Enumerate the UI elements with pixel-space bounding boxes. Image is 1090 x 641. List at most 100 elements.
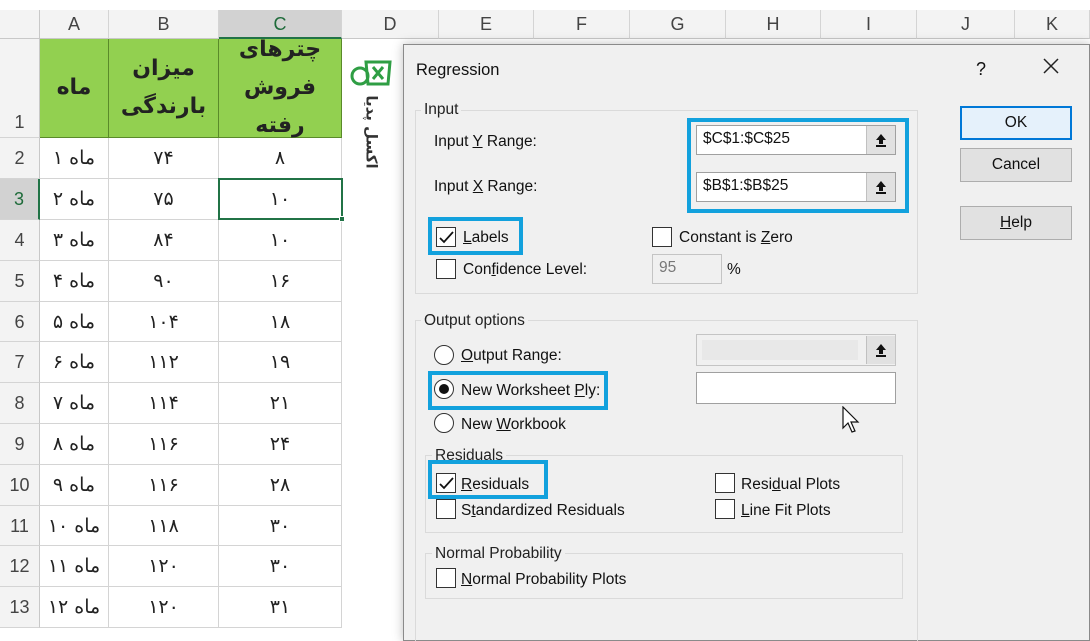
normal-probability-title: Normal Probability — [432, 545, 565, 563]
cell-month[interactable]: ماه ۷ — [40, 383, 109, 424]
row-header-1[interactable]: 1 — [0, 39, 40, 138]
output-range-label: Output Range: — [461, 347, 562, 364]
header-cell-month[interactable]: ماه — [40, 39, 109, 138]
screen: ABCDEFGHIJK 1 2 3 4 5 6 7 8 9 10 11 12 13 ماه میزان … — [0, 0, 1090, 641]
help-question-button[interactable]: ? — [976, 59, 986, 80]
cell-rainfall[interactable]: ۱۲۰ — [109, 587, 219, 628]
mouse-cursor-icon — [842, 405, 862, 439]
cell-rainfall[interactable]: ۷۴ — [109, 138, 219, 179]
cell-month[interactable]: ماه ۱ — [40, 138, 109, 179]
output-range-field-fill — [702, 340, 858, 360]
new-worksheet-ply-field[interactable] — [696, 372, 896, 404]
row-header-9[interactable]: 9 — [0, 424, 40, 465]
row-header-7[interactable]: 7 — [0, 342, 40, 383]
cell-umbrellas[interactable]: ۱۸ — [219, 302, 342, 342]
row-header-4[interactable]: 4 — [0, 220, 40, 261]
ok-button[interactable]: OK — [960, 106, 1072, 140]
row-header-12[interactable]: 12 — [0, 546, 40, 587]
output-range-picker-icon[interactable] — [866, 336, 895, 364]
cell-month[interactable]: ماه ۱۰ — [40, 506, 109, 546]
residuals-highlight — [428, 460, 548, 499]
column-header-h[interactable]: H — [726, 10, 821, 39]
column-header-k[interactable]: K — [1015, 10, 1090, 39]
constant-is-zero-checkbox[interactable] — [652, 227, 672, 247]
header-month-text: ماه — [56, 75, 92, 100]
column-header-g[interactable]: G — [630, 10, 726, 39]
cell-rainfall[interactable]: ۱۱۴ — [109, 383, 219, 424]
cell-month[interactable]: ماه ۴ — [40, 261, 109, 302]
logo-text: اکسل پدیا — [363, 95, 381, 169]
normal-probability-plots-checkbox[interactable] — [436, 568, 456, 588]
column-header-j[interactable]: J — [917, 10, 1015, 39]
cancel-button[interactable]: Cancel — [960, 148, 1072, 182]
cell-rainfall[interactable]: ۱۱۸ — [109, 506, 219, 546]
column-header-b[interactable]: B — [109, 10, 219, 39]
header-cell-umbrellas[interactable]: چترهای فروش رفته — [219, 37, 342, 138]
cell-month[interactable]: ماه ۲ — [40, 179, 109, 220]
row-header-13[interactable]: 13 — [0, 587, 40, 628]
confidence-level-field[interactable]: 95 — [652, 254, 722, 284]
cell-rainfall[interactable]: ۸۴ — [109, 220, 219, 261]
column-header-a[interactable]: A — [40, 10, 109, 39]
cell-rainfall[interactable]: ۱۰۴ — [109, 302, 219, 342]
header-cell-rainfall[interactable]: میزان بارندگی — [109, 39, 219, 138]
cell-umbrellas[interactable]: ۳۰ — [219, 506, 342, 546]
cell-rainfall[interactable]: ۱۱۲ — [109, 342, 219, 383]
cell-month[interactable]: ماه ۳ — [40, 220, 109, 261]
help-button[interactable]: Help — [960, 206, 1072, 240]
input-x-range-label: Input X Range: — [434, 178, 538, 195]
constant-is-zero-label: Constant is Zero — [679, 229, 793, 246]
row-header-6[interactable]: 6 — [0, 302, 40, 342]
cell-rainfall[interactable]: ۱۱۶ — [109, 465, 219, 506]
column-header-d[interactable]: D — [342, 10, 439, 39]
cell-month[interactable]: ماه ۹ — [40, 465, 109, 506]
cell-umbrellas[interactable]: ۱۶ — [219, 261, 342, 302]
standardized-residuals-checkbox[interactable] — [436, 499, 456, 519]
cell-umbrellas[interactable]: ۳۱ — [219, 587, 342, 628]
header-rainfall-line2: بارندگی — [120, 94, 207, 119]
confidence-level-checkbox[interactable] — [436, 259, 456, 279]
output-range-radio[interactable] — [434, 345, 454, 365]
regression-dialog: Regression ? Input Input Y Range: $C$1:$… — [403, 44, 1090, 641]
residual-plots-label: Residual Plots — [741, 476, 841, 493]
column-header-i[interactable]: I — [821, 10, 917, 39]
cell-umbrellas[interactable]: ۳۰ — [219, 546, 342, 587]
cell-rainfall[interactable]: ۱۲۰ — [109, 546, 219, 587]
residual-plots-checkbox[interactable] — [715, 473, 735, 493]
row-header-5[interactable]: 5 — [0, 261, 40, 302]
line-fit-plots-label: Line Fit Plots — [741, 502, 831, 519]
cell-umbrellas[interactable]: ۸ — [219, 138, 342, 179]
select-all-corner[interactable] — [0, 10, 40, 39]
cell-month[interactable]: ماه ۱۲ — [40, 587, 109, 628]
cell-umbrellas[interactable]: ۱۹ — [219, 342, 342, 383]
new-workbook-radio[interactable] — [434, 413, 454, 433]
cell-umbrellas[interactable]: ۱۰ — [219, 220, 342, 261]
input-y-range-label: Input Y Range: — [434, 133, 537, 150]
line-fit-plots-checkbox[interactable] — [715, 499, 735, 519]
cell-umbrellas[interactable]: ۲۸ — [219, 465, 342, 506]
header-umbrellas-line2: فروش رفته — [243, 75, 317, 138]
fill-handle[interactable] — [339, 216, 345, 222]
row-header-2[interactable]: 2 — [0, 138, 40, 179]
cell-rainfall[interactable]: ۹۰ — [109, 261, 219, 302]
close-icon[interactable] — [1042, 57, 1060, 80]
percent-sign: % — [727, 261, 741, 278]
row-header-11[interactable]: 11 — [0, 506, 40, 546]
cell-month[interactable]: ماه ۱۱ — [40, 546, 109, 587]
new-worksheet-highlight — [428, 371, 608, 410]
row-header-3[interactable]: 3 — [0, 179, 40, 220]
cell-month[interactable]: ماه ۵ — [40, 302, 109, 342]
cell-month[interactable]: ماه ۸ — [40, 424, 109, 465]
cell-month[interactable]: ماه ۶ — [40, 342, 109, 383]
cell-umbrellas[interactable]: ۲۴ — [219, 424, 342, 465]
cell-umbrellas[interactable]: ۲۱ — [219, 383, 342, 424]
confidence-level-label: Confidence Level: — [463, 261, 588, 278]
cell-rainfall[interactable]: ۱۱۶ — [109, 424, 219, 465]
row-header-10[interactable]: 10 — [0, 465, 40, 506]
header-umbrellas-line1: چترهای — [238, 37, 322, 62]
column-header-f[interactable]: F — [534, 10, 630, 39]
cell-rainfall[interactable]: ۷۵ — [109, 179, 219, 220]
labels-highlight — [428, 217, 523, 255]
column-header-e[interactable]: E — [439, 10, 534, 39]
row-header-8[interactable]: 8 — [0, 383, 40, 424]
